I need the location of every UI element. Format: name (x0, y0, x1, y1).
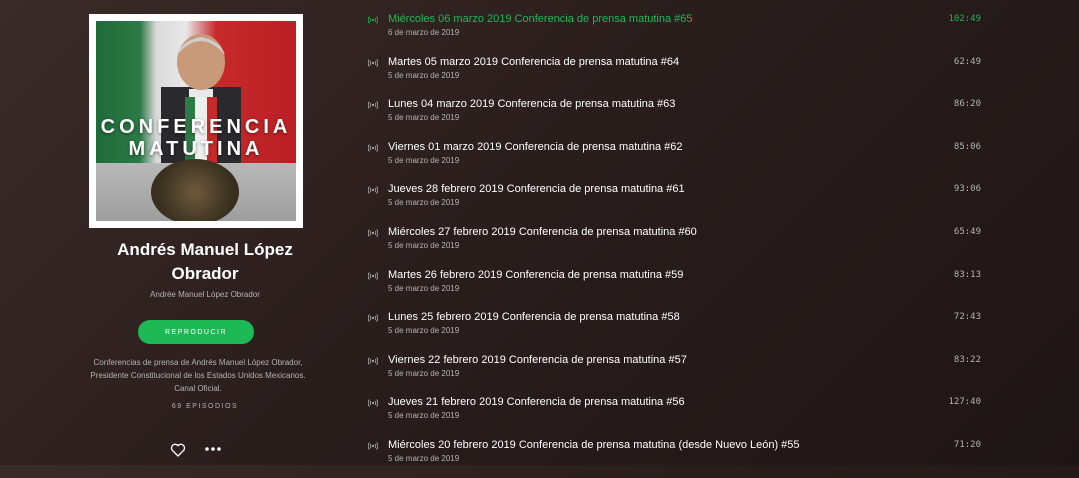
cover-image: CONFERENCIA MATUTINA (96, 21, 296, 221)
description-line3: Canal Oficial. (174, 384, 222, 393)
description-line2: Presidente Constitucional de los Estados… (90, 371, 306, 380)
podcast-publisher[interactable]: Andrée Manuel López Obrador (70, 290, 340, 299)
episode-row[interactable]: Miércoles 06 marzo 2019 Conferencia de p… (360, 9, 1079, 52)
cover-title-line2: MATUTINA (128, 138, 264, 160)
broadcast-icon (368, 442, 378, 450)
episode-count: 69 EPISODIOS (171, 403, 239, 410)
episode-date: 5 de marzo de 2019 (388, 326, 460, 336)
broadcast-icon (368, 16, 378, 24)
broadcast-icon (368, 101, 378, 109)
more-icon[interactable] (204, 444, 222, 454)
broadcast-icon (368, 314, 378, 322)
episode-row[interactable]: Viernes 01 marzo 2019 Conferencia de pre… (360, 137, 1079, 180)
broadcast-icon (368, 143, 378, 152)
episode-date: 5 de marzo de 2019 (388, 411, 460, 421)
episode-duration: 72:43 (953, 312, 981, 323)
episode-row[interactable]: Miércoles 27 febrero 2019 Conferencia de… (360, 222, 1079, 265)
episode-row[interactable]: Miércoles 20 febrero 2019 Conferencia de… (360, 435, 1079, 478)
broadcast-icon (368, 399, 378, 408)
cover-seal (151, 159, 239, 221)
episode-date: 5 de marzo de 2019 (388, 453, 460, 463)
episode-duration: 65:49 (953, 226, 981, 237)
episode-row[interactable]: Martes 05 marzo 2019 Conferencia de pren… (360, 52, 1079, 95)
episode-duration: 127:40 (948, 397, 981, 408)
episode-title[interactable]: Miércoles 20 febrero 2019 Conferencia de… (388, 439, 800, 451)
episode-list: Miércoles 06 marzo 2019 Conferencia de p… (360, 9, 1079, 478)
episode-title[interactable]: Jueves 28 febrero 2019 Conferencia de pr… (388, 183, 685, 195)
broadcast-icon (368, 271, 378, 280)
episode-duration: 83:13 (953, 269, 981, 280)
episode-title[interactable]: Lunes 04 marzo 2019 Conferencia de prens… (388, 98, 675, 110)
broadcast-icon (368, 58, 378, 67)
episode-title[interactable]: Jueves 21 febrero 2019 Conferencia de pr… (388, 396, 685, 408)
episode-title[interactable]: Martes 26 febrero 2019 Conferencia de pr… (388, 269, 683, 281)
episode-duration: 93:06 (953, 184, 981, 195)
episode-duration: 83:22 (953, 354, 981, 365)
broadcast-icon (368, 186, 378, 195)
episode-date: 6 de marzo de 2019 (388, 28, 460, 37)
episode-duration: 62:49 (953, 56, 981, 67)
play-button[interactable]: REPRODUCIR (138, 320, 254, 344)
episode-duration: 86:20 (953, 99, 981, 110)
episode-title[interactable]: Lunes 25 febrero 2019 Conferencia de pre… (388, 311, 680, 323)
episode-title[interactable]: Miércoles 27 febrero 2019 Conferencia de… (388, 226, 697, 238)
podcast-cover[interactable]: CONFERENCIA MATUTINA (89, 14, 303, 228)
episode-duration: 85:06 (953, 141, 981, 152)
episode-date: 5 de marzo de 2019 (388, 155, 460, 165)
episode-title[interactable]: Viernes 01 marzo 2019 Conferencia de pre… (388, 141, 683, 153)
podcast-title: Andrés Manuel López Obrador (70, 238, 340, 286)
episode-row[interactable]: Lunes 04 marzo 2019 Conferencia de prens… (360, 94, 1079, 137)
description-line1: Conferencias de prensa de Andrés Manuel … (93, 358, 303, 367)
episode-title[interactable]: Miércoles 06 marzo 2019 Conferencia de p… (388, 13, 693, 25)
cover-title-line1: CONFERENCIA (100, 116, 292, 138)
episode-date: 5 de marzo de 2019 (388, 198, 460, 208)
heart-icon[interactable] (170, 442, 186, 458)
episode-row[interactable]: Jueves 21 febrero 2019 Conferencia de pr… (360, 392, 1079, 435)
episode-date: 5 de marzo de 2019 (388, 368, 460, 378)
episode-row[interactable]: Viernes 22 febrero 2019 Conferencia de p… (360, 350, 1079, 393)
broadcast-icon (368, 356, 378, 365)
podcast-title-line1: Andrés Manuel López (117, 240, 293, 259)
podcast-sidebar: CONFERENCIA MATUTINA Andrés Manuel López… (0, 0, 330, 465)
broadcast-icon (368, 229, 378, 237)
episode-date: 5 de marzo de 2019 (388, 240, 460, 250)
episode-title[interactable]: Martes 05 marzo 2019 Conferencia de pren… (388, 56, 679, 68)
episode-date: 5 de marzo de 2019 (388, 283, 460, 293)
episode-title[interactable]: Viernes 22 febrero 2019 Conferencia de p… (388, 354, 687, 366)
episode-duration: 102:49 (948, 14, 981, 24)
episode-row[interactable]: Jueves 28 febrero 2019 Conferencia de pr… (360, 179, 1079, 222)
episode-row[interactable]: Lunes 25 febrero 2019 Conferencia de pre… (360, 307, 1079, 350)
episode-date: 5 de marzo de 2019 (388, 70, 460, 80)
episode-duration: 71:20 (953, 439, 981, 450)
episode-row[interactable]: Martes 26 febrero 2019 Conferencia de pr… (360, 265, 1079, 308)
podcast-description: Conferencias de prensa de Andrés Manuel … (58, 356, 338, 395)
episode-date: 5 de marzo de 2019 (388, 113, 460, 123)
podcast-title-line2: Obrador (171, 264, 239, 283)
